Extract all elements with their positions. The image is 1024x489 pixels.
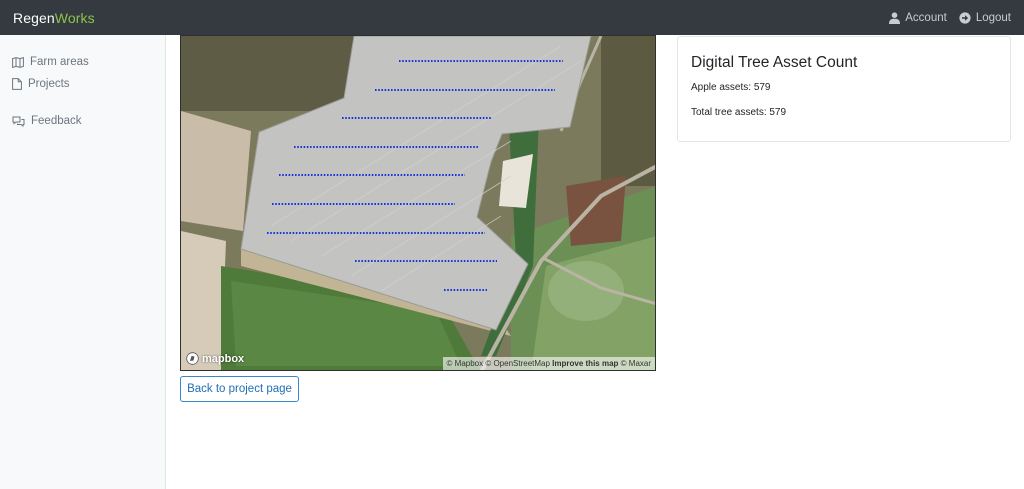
logout-label: Logout: [975, 11, 1011, 24]
card-title: Digital Tree Asset Count: [691, 54, 858, 71]
map-imagery: [181, 36, 655, 370]
logout-link[interactable]: Logout: [959, 12, 1011, 24]
comments-icon: [12, 116, 25, 127]
account-label: Account: [905, 11, 947, 24]
map-attribution: © Mapbox © OpenStreetMap Improve this ma…: [442, 357, 655, 370]
attribution-maxar-link[interactable]: © Maxar: [621, 359, 651, 368]
brand-name-part1: Regen: [13, 9, 55, 26]
user-icon: [889, 11, 901, 24]
mapbox-icon: [186, 352, 199, 365]
sidebar-item-label: Farm areas: [30, 56, 89, 68]
sidebar-item-feedback[interactable]: Feedback: [0, 110, 165, 132]
sidebar-item-projects[interactable]: Projects: [0, 73, 165, 95]
top-navbar: RegenWorks Account Logout: [0, 0, 1024, 35]
improve-map-link[interactable]: Improve this map: [552, 359, 618, 368]
navbar-user-menu: Account Logout: [889, 12, 1011, 24]
apple-assets-count: Apple assets: 579: [691, 82, 771, 93]
mapbox-logo-text: mapbox: [202, 352, 245, 365]
arrow-circle-right-icon: [959, 11, 971, 24]
attribution-mapbox-link[interactable]: © Mapbox: [447, 359, 484, 368]
sidebar-item-label: Feedback: [31, 115, 82, 127]
total-tree-assets-count: Total tree assets: 579: [691, 107, 787, 118]
sidebar: Farm areas Projects Feedback: [0, 35, 166, 489]
tree-asset-count-card: Digital Tree Asset Count Apple assets: 5…: [677, 36, 1011, 142]
map-icon: [12, 56, 24, 68]
brand-name-part2: Works: [54, 9, 95, 26]
brand-logo[interactable]: RegenWorks: [13, 10, 95, 26]
sidebar-item-label: Projects: [28, 78, 70, 90]
account-link[interactable]: Account: [889, 12, 947, 24]
file-icon: [12, 78, 22, 90]
attribution-osm-link[interactable]: © OpenStreetMap: [485, 359, 550, 368]
back-to-project-button[interactable]: Back to project page: [180, 376, 299, 402]
sidebar-item-farm-areas[interactable]: Farm areas: [0, 51, 165, 73]
mapbox-logo[interactable]: mapbox: [186, 352, 244, 365]
satellite-map[interactable]: mapbox © Mapbox © OpenStreetMap Improve …: [180, 35, 656, 371]
